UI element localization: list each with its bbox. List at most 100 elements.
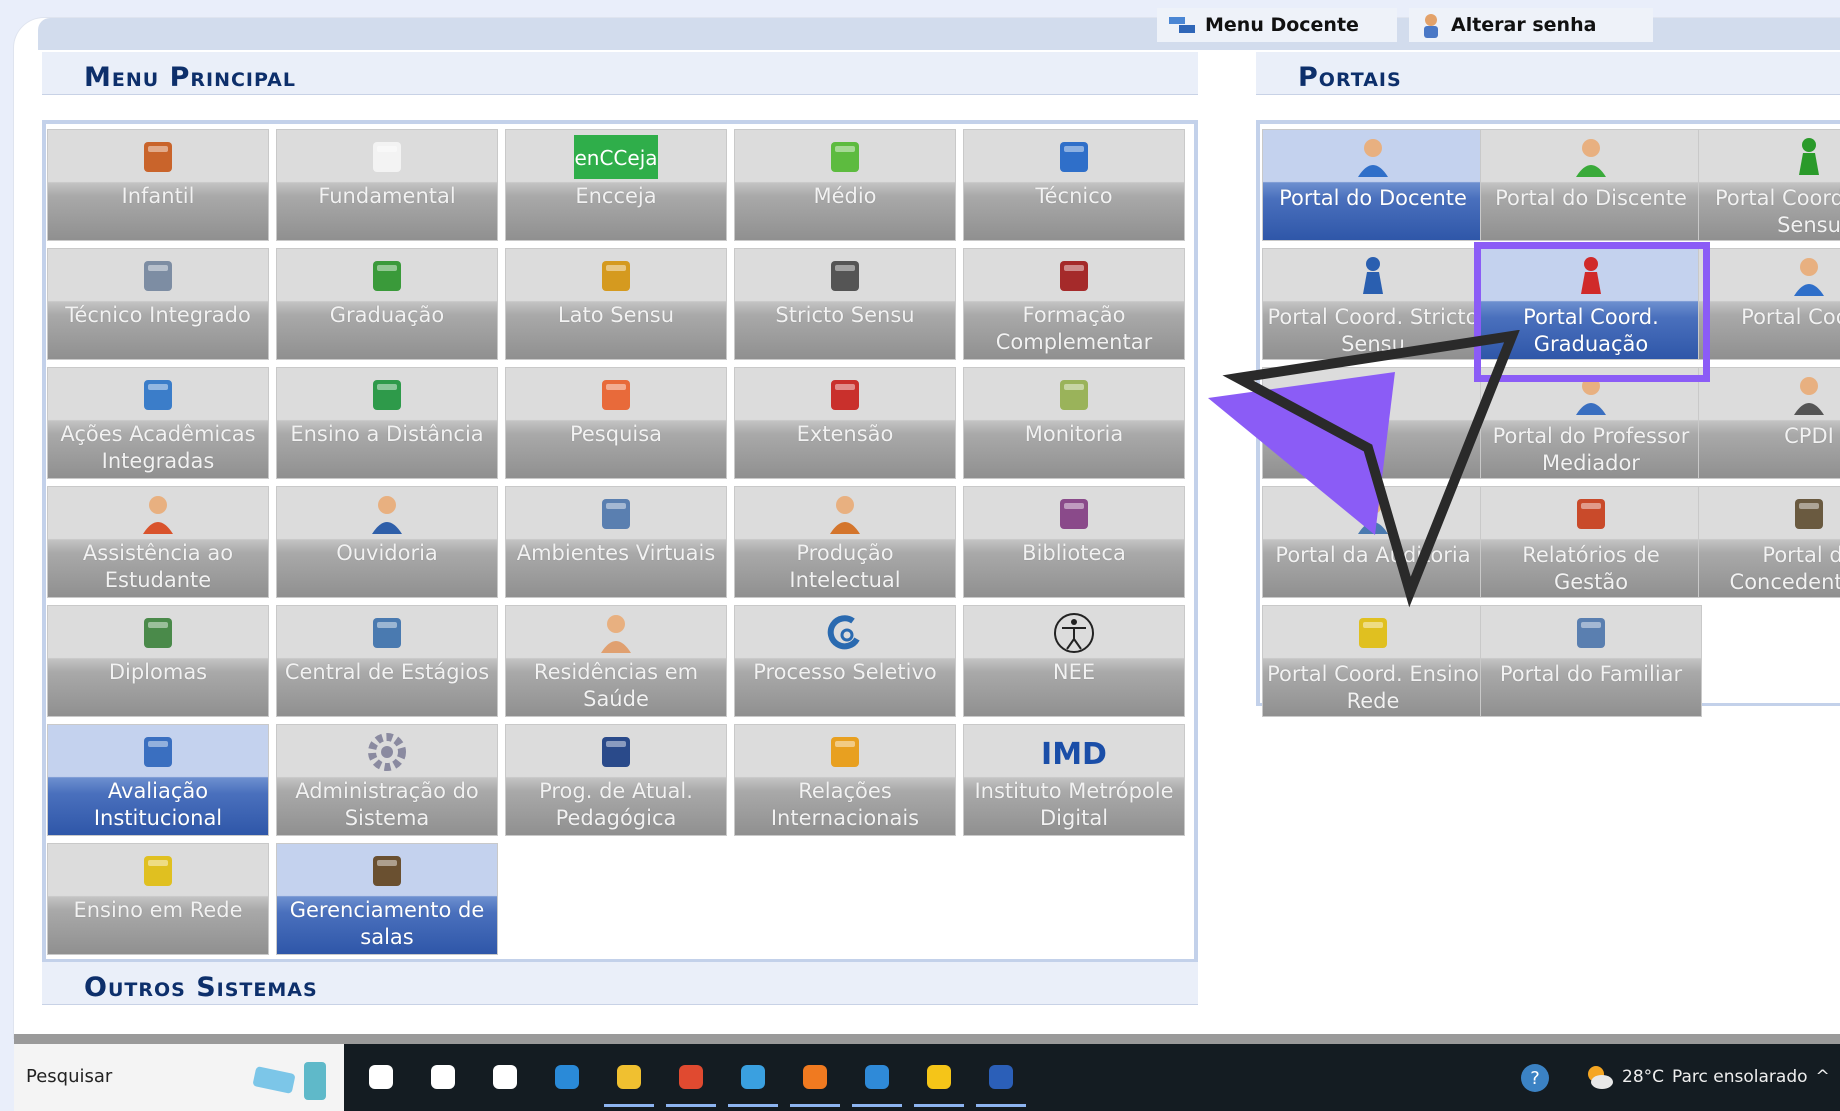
menu-tile-fundamental[interactable]: Fundamental xyxy=(276,129,498,241)
firefox-icon[interactable] xyxy=(796,1058,834,1096)
tile-label: Técnico xyxy=(1035,184,1113,208)
drafting-icon xyxy=(144,261,172,291)
tile-label: Ensino em Rede xyxy=(73,898,243,922)
menu-tile-avaliacao-institucional[interactable]: Avaliação Institucional xyxy=(47,724,269,836)
cortana-icon[interactable] xyxy=(424,1058,462,1096)
menu-tile-biblioteca[interactable]: Biblioteca xyxy=(963,486,1185,598)
person-tie-icon xyxy=(1794,258,1824,296)
chrome-icon[interactable] xyxy=(672,1058,710,1096)
mail-icon[interactable] xyxy=(486,1058,524,1096)
menu-tile-instituto-metropole-digital[interactable]: IMD Instituto Metrópole Digital xyxy=(963,724,1185,836)
store-icon[interactable] xyxy=(734,1058,772,1096)
portal-tile-portal-da-auditoria[interactable]: Portal da Auditoria xyxy=(1262,486,1484,598)
menu-tile-assistencia-ao-estudante[interactable]: Assistência ao Estudante xyxy=(47,486,269,598)
menu-tile-relacoes-internacionais[interactable]: Relações Internacionais xyxy=(734,724,956,836)
weather-widget[interactable]: 28°C Parc ensolarado ^ xyxy=(1584,1064,1830,1090)
portal-tile-portal-coord[interactable]: Portal Coord. xyxy=(1698,248,1840,360)
tile-label: Extensão xyxy=(796,422,894,446)
portal-tile-portal-coord-stricto-sensu[interactable]: Portal Coord. Stricto Sensu xyxy=(1262,248,1484,360)
notebook-icon xyxy=(373,142,401,172)
task-view-icon[interactable] xyxy=(362,1058,400,1096)
taskbar-search[interactable]: Pesquisar xyxy=(14,1044,344,1111)
menu-tile-nee[interactable]: NEE xyxy=(963,605,1185,717)
menu-principal-header: Menu Principal xyxy=(42,52,1198,95)
tile-label: Formação Complementar xyxy=(995,303,1153,354)
menu-tile-tecnico[interactable]: Técnico xyxy=(963,129,1185,241)
menu-tile-prog-de-atual-pedagogica[interactable]: Prog. de Atual. Pedagógica xyxy=(505,724,727,836)
tile-label: Ações Acadêmicas Integradas xyxy=(60,422,256,473)
tile-label: Central de Estágios xyxy=(284,660,490,684)
menu-tile-producao-intelectual[interactable]: Produção Intelectual xyxy=(734,486,956,598)
menu-tile-gerenciamento-de-salas[interactable]: Gerenciamento de salas xyxy=(276,843,498,955)
puzzle-icon xyxy=(144,380,172,410)
chrome-profile-icon[interactable] xyxy=(858,1058,896,1096)
horizontal-scrollbar[interactable] xyxy=(14,1034,1840,1044)
portal-tile-relatorios-de-gestao[interactable]: Relatórios de Gestão xyxy=(1480,486,1702,598)
tile-label: NEE xyxy=(1052,660,1096,684)
student-help-icon xyxy=(143,496,173,534)
menu-tile-infantil[interactable]: Infantil xyxy=(47,129,269,241)
portal-tile-portal-do-professor-mediador[interactable]: Portal do Professor Mediador xyxy=(1480,367,1702,479)
menu-tile-administracao-do-sistema[interactable]: Administração do Sistema xyxy=(276,724,498,836)
auditor-icon xyxy=(1358,496,1388,534)
tile-label: Graduação xyxy=(329,303,445,327)
file-explorer-icon[interactable] xyxy=(610,1058,648,1096)
tile-label: Avaliação Institucional xyxy=(93,779,223,830)
menu-tile-ensino-em-rede[interactable]: Ensino em Rede xyxy=(47,843,269,955)
imd-logo: IMD xyxy=(1041,737,1107,772)
user-key-icon xyxy=(1424,14,1438,38)
menu-tile-ambientes-virtuais[interactable]: Ambientes Virtuais xyxy=(505,486,727,598)
menu-tile-encceja[interactable]: enCCeja Encceja xyxy=(505,129,727,241)
pencil-icon xyxy=(831,142,859,172)
menu-tile-central-de-estagios[interactable]: Central de Estágios xyxy=(276,605,498,717)
tile-label: Portal do Familiar xyxy=(1499,662,1683,686)
portal-tile-portal-do-familiar[interactable]: Portal do Familiar xyxy=(1480,605,1702,717)
sticky-notes-icon[interactable] xyxy=(920,1058,958,1096)
menu-tile-medio[interactable]: Médio xyxy=(734,129,956,241)
presentation-board-icon xyxy=(1060,380,1088,410)
tile-label: Instituto Metrópole Digital xyxy=(974,779,1174,830)
mediator-avatar-icon xyxy=(1576,377,1606,415)
menu-tile-ouvidoria[interactable]: Ouvidoria xyxy=(276,486,498,598)
outros-sistemas-header: Outros Sistemas xyxy=(42,962,1198,1005)
world-map-icon xyxy=(831,737,859,767)
menu-tile-formacao-complementar[interactable]: Formação Complementar xyxy=(963,248,1185,360)
menu-tile-ensino-a-distancia[interactable]: Ensino a Distância xyxy=(276,367,498,479)
menu-tile-monitoria[interactable]: Monitoria xyxy=(963,367,1185,479)
menu-docente-icon xyxy=(1169,17,1195,33)
tile-label: Stricto Sensu xyxy=(775,303,915,327)
portal-tile-portal-do-docente[interactable]: Portal do Docente xyxy=(1262,129,1484,241)
crayons-icon xyxy=(144,142,172,172)
portal-tile-cpdi[interactable]: CPDI xyxy=(1698,367,1840,479)
menu-tile-diplomas[interactable]: Diplomas xyxy=(47,605,269,717)
menu-tile-processo-seletivo[interactable]: Processo Seletivo xyxy=(734,605,956,717)
help-icon[interactable]: ? xyxy=(1519,1062,1551,1094)
menu-tile-residencias-em-saude[interactable]: Residências em Saúde xyxy=(505,605,727,717)
menu-tile-lato-sensu[interactable]: Lato Sensu xyxy=(505,248,727,360)
monitor-icon xyxy=(602,737,630,767)
portal-tile-portal-do-discente[interactable]: Portal do Discente xyxy=(1480,129,1702,241)
portal-tile-portal-coord-graduacao[interactable]: Portal Coord. Graduação xyxy=(1480,248,1702,360)
taskbar-active-indicator xyxy=(604,1104,654,1107)
menu-tile-extensao[interactable]: Extensão xyxy=(734,367,956,479)
menu-tile-pesquisa[interactable]: Pesquisa xyxy=(505,367,727,479)
checked-document-icon xyxy=(144,737,172,767)
portal-tile-portal-coord-ensino-rede[interactable]: Portal Coord. Ensino Rede xyxy=(1262,605,1484,717)
tile-label: Técnico Integrado xyxy=(65,303,251,327)
menu-tile-tecnico-integrado[interactable]: Técnico Integrado xyxy=(47,248,269,360)
menu-tile-graduacao[interactable]: Graduação xyxy=(276,248,498,360)
teacher-avatar-icon xyxy=(1358,139,1388,177)
tile-label: Diplomas xyxy=(108,660,208,684)
alterar-senha-link[interactable]: Alterar senha xyxy=(1409,8,1653,42)
doctor-icon xyxy=(601,615,631,653)
portal-tile-portal-do-concedente-de-estagio[interactable]: Portal do Concedente de Estágio xyxy=(1698,486,1840,598)
tile-label: Portal Coord. Lato Sensu xyxy=(1715,186,1840,237)
menu-tile-stricto-sensu[interactable]: Stricto Sensu xyxy=(734,248,956,360)
tray-chevron[interactable]: ^ xyxy=(1816,1067,1830,1087)
portal-tile-tile-6[interactable] xyxy=(1262,367,1484,479)
portal-tile-portal-coord-lato-sensu[interactable]: Portal Coord. Lato Sensu xyxy=(1698,129,1840,241)
menu-docente-link[interactable]: Menu Docente xyxy=(1157,8,1397,42)
menu-tile-acoes-academicas-integradas[interactable]: Ações Acadêmicas Integradas xyxy=(47,367,269,479)
word-icon[interactable] xyxy=(982,1058,1020,1096)
edge-icon[interactable] xyxy=(548,1058,586,1096)
